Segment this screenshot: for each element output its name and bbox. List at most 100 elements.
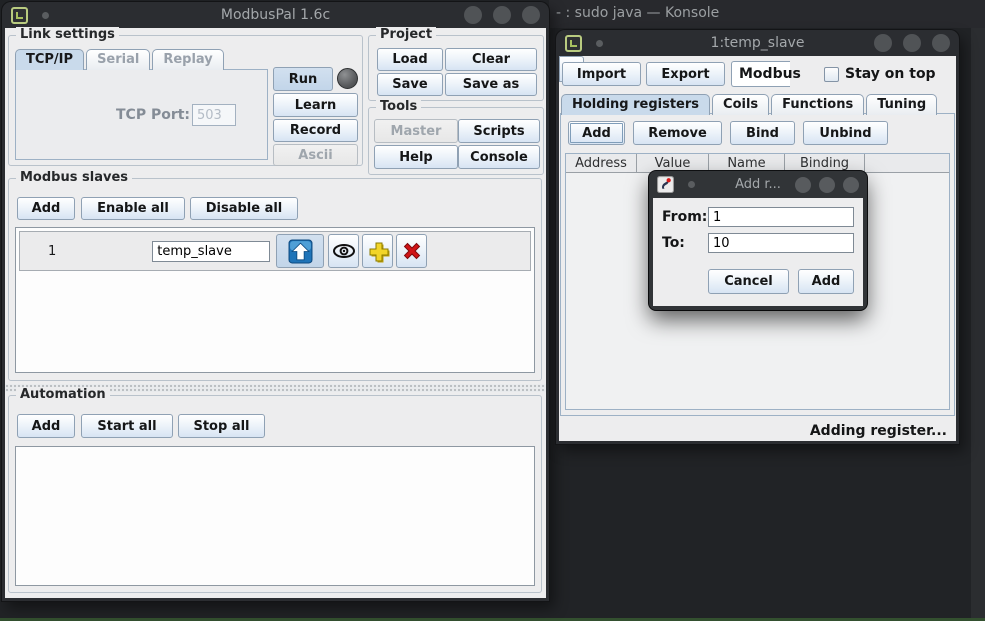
slave-list: 1 <box>15 227 535 373</box>
dialog-cancel-button[interactable]: Cancel <box>708 269 789 294</box>
master-button-label: Master <box>391 124 442 139</box>
slave-duplicate-button[interactable] <box>362 234 393 268</box>
import-button[interactable]: Import <box>562 62 641 86</box>
eye-icon <box>332 239 356 263</box>
header-value-label: Value <box>655 156 691 171</box>
dialog-cancel-label: Cancel <box>724 274 773 289</box>
register-add-button[interactable]: Add <box>568 121 625 145</box>
tab-serial[interactable]: Serial <box>86 49 150 70</box>
close-button[interactable] <box>932 34 950 52</box>
enable-all-button[interactable]: Enable all <box>81 197 185 220</box>
help-button[interactable]: Help <box>374 145 458 169</box>
automation-add-button[interactable]: Add <box>17 414 75 438</box>
slave-name-input[interactable] <box>152 241 270 262</box>
titlebar-dot-icon <box>596 40 603 47</box>
konsole-scrollbar[interactable] <box>971 28 985 618</box>
dialog-close-button[interactable] <box>843 177 859 193</box>
header-address[interactable]: Address <box>566 154 637 172</box>
titlebar-dot-icon <box>688 181 695 188</box>
learn-button[interactable]: Learn <box>273 93 358 117</box>
dialog-maximize-button[interactable] <box>819 177 835 193</box>
tab-functions[interactable]: Functions <box>771 94 864 115</box>
link-settings-group: Link settings TCP/IP Serial Replay TCP P… <box>8 35 363 166</box>
save-button[interactable]: Save <box>377 73 443 96</box>
ascii-button[interactable]: Ascii <box>273 144 358 166</box>
modbus-slaves-title: Modbus slaves <box>16 170 132 185</box>
header-name[interactable]: Name <box>709 154 785 172</box>
dialog-titlebar[interactable]: Add r... <box>649 171 867 198</box>
minimize-button[interactable] <box>874 34 892 52</box>
scripts-button[interactable]: Scripts <box>458 119 540 143</box>
dialog-minimize-button[interactable] <box>795 177 811 193</box>
automation-list <box>15 446 535 586</box>
tab-tuning-label: Tuning <box>877 97 926 112</box>
slave-titlebar[interactable]: 1:temp_slave <box>556 30 959 56</box>
slave-delete-button[interactable] <box>396 234 427 268</box>
save-button-label: Save <box>392 77 427 92</box>
close-button[interactable] <box>522 6 540 24</box>
tab-holding-registers[interactable]: Holding registers <box>561 94 710 115</box>
run-button-label: Run <box>289 72 318 87</box>
slave-add-label: Add <box>32 201 61 216</box>
register-unbind-button[interactable]: Unbind <box>803 121 888 145</box>
stop-all-button[interactable]: Stop all <box>178 414 265 438</box>
to-input[interactable] <box>708 233 854 253</box>
record-button-label: Record <box>290 123 341 138</box>
maximize-button[interactable] <box>493 6 511 24</box>
mode-combobox[interactable]: Modbus <box>731 61 790 87</box>
konsole-title: - : sudo java — Konsole <box>556 5 719 21</box>
konsole-titlebar[interactable]: - : sudo java — Konsole <box>549 0 985 28</box>
tab-tuning[interactable]: Tuning <box>866 94 937 115</box>
register-remove-label: Remove <box>648 126 707 141</box>
modbuspal-titlebar[interactable]: ModbusPal 1.6c <box>2 2 549 28</box>
stop-all-label: Stop all <box>193 419 249 434</box>
automation-title: Automation <box>16 387 110 402</box>
export-button[interactable]: Export <box>646 62 725 86</box>
slave-view-button[interactable] <box>328 234 359 268</box>
save-as-button[interactable]: Save as <box>445 73 537 96</box>
terminal-window-icon <box>565 35 582 52</box>
dialog-add-button[interactable]: Add <box>798 269 854 294</box>
tab-replay[interactable]: Replay <box>152 49 223 70</box>
minimize-button[interactable] <box>464 6 482 24</box>
register-remove-button[interactable]: Remove <box>633 121 722 145</box>
slave-add-button[interactable]: Add <box>17 197 75 220</box>
tcp-port-input[interactable] <box>192 104 236 126</box>
tab-coils[interactable]: Coils <box>712 94 769 115</box>
clear-button[interactable]: Clear <box>445 48 537 71</box>
disable-all-label: Disable all <box>206 201 283 216</box>
slave-status-bar: Adding register... <box>559 419 956 443</box>
scripts-button-label: Scripts <box>473 124 524 139</box>
tab-functions-label: Functions <box>782 97 853 112</box>
stay-on-top-checkbox[interactable] <box>824 67 839 82</box>
disable-all-button[interactable]: Disable all <box>190 197 298 220</box>
tools-title: Tools <box>376 99 421 114</box>
to-label: To: <box>662 235 685 251</box>
header-binding[interactable]: Binding <box>785 154 865 172</box>
clear-button-label: Clear <box>472 52 510 67</box>
load-button-label: Load <box>392 52 427 67</box>
export-label: Export <box>661 67 709 82</box>
automation-add-label: Add <box>32 419 61 434</box>
tab-coils-label: Coils <box>723 97 758 112</box>
record-button[interactable]: Record <box>273 119 358 142</box>
run-button[interactable]: Run <box>273 67 333 91</box>
master-button[interactable]: Master <box>374 119 458 143</box>
java-app-icon <box>657 176 674 193</box>
dialog-content: From: To: Cancel Add <box>653 198 863 306</box>
project-title: Project <box>376 27 436 42</box>
register-bind-button[interactable]: Bind <box>730 121 795 145</box>
header-filler <box>865 154 949 172</box>
cross-icon <box>400 239 424 263</box>
from-input[interactable] <box>708 207 854 227</box>
register-bind-label: Bind <box>746 126 779 141</box>
slave-enable-toggle[interactable] <box>276 234 324 268</box>
tcp-port-label: TCP Port: <box>116 107 190 123</box>
console-button[interactable]: Console <box>458 145 540 169</box>
header-value[interactable]: Value <box>637 154 709 172</box>
start-all-button[interactable]: Start all <box>81 414 173 438</box>
tab-tcpip[interactable]: TCP/IP <box>15 49 84 70</box>
header-name-label: Name <box>727 156 765 171</box>
maximize-button[interactable] <box>903 34 921 52</box>
load-button[interactable]: Load <box>377 48 443 71</box>
